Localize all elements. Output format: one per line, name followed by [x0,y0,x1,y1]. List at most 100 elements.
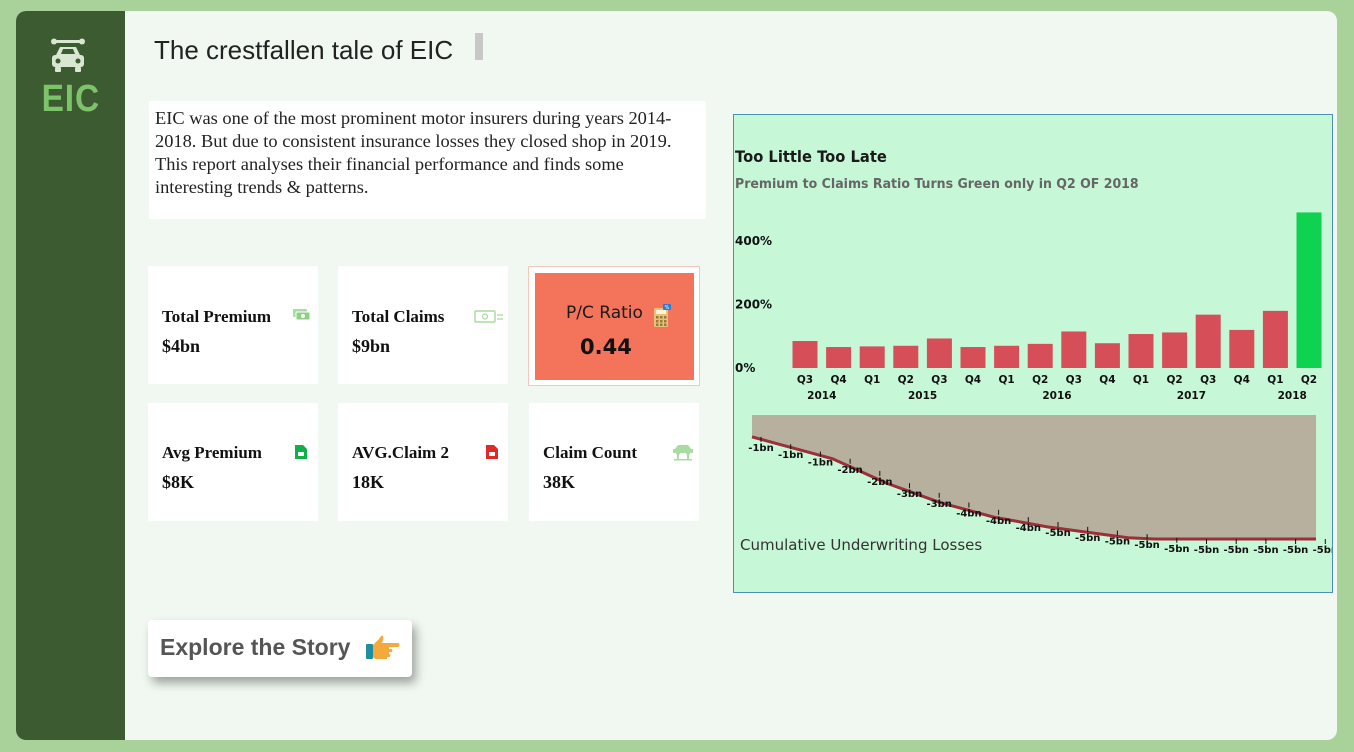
year-label: 2016 [1042,390,1071,402]
kpi-avg-claim: AVG.Claim 2 18K [338,403,508,521]
data-label: -5bn [1134,540,1159,551]
kpi-value: $4bn [162,336,201,356]
data-label: -5bn [1045,528,1070,539]
bar [960,347,986,368]
kpi-label: P/C Ratio [566,303,643,323]
data-label: -4bn [1016,523,1041,534]
money-stack-icon [293,309,311,321]
cash-outflow-icon [474,310,503,323]
kpi-value: 38K [543,472,576,492]
cumulative-losses-label: Cumulative Underwriting Losses [740,536,983,554]
eic-logo[interactable]: EIC [38,37,100,120]
data-label: -5bn [1253,545,1278,556]
bar [1296,212,1322,368]
data-label: -3bn [897,489,922,500]
data-label: -2bn [867,477,892,488]
kpi-value: $8K [162,472,195,492]
kpi-label: Avg Premium [162,443,262,462]
pc-ratio-highlight: P/C Ratio % 0.44 [535,273,694,380]
data-label: -5bn [1194,545,1219,556]
title-scrollbar[interactable] [475,33,483,60]
kpi-avg-premium: Avg Premium $8K [148,403,318,521]
x-tick-label: Q1 [864,374,880,386]
bar [1027,343,1053,368]
bar [893,345,919,368]
data-label: -4bn [956,509,981,520]
x-tick-label: Q4 [1099,374,1115,386]
kpi-label: Total Claims [352,307,445,326]
page-title: The crestfallen tale of EIC [154,35,454,65]
bar [1195,314,1221,368]
bar [1128,334,1154,368]
year-label: 2014 [807,390,836,402]
report-canvas: EIC The crestfallen tale of EIC EIC was … [16,11,1337,740]
bar [1262,310,1288,368]
data-label: -5bn [1313,545,1332,556]
kpi-value: $9bn [352,336,391,356]
bar [826,347,852,368]
sidebar: EIC [16,11,125,740]
red-document-icon [486,445,498,459]
data-label: -4bn [986,516,1011,527]
x-tick-label: Q4 [830,374,846,386]
car-lift-icon [673,445,693,461]
x-tick-label: Q1 [1133,374,1149,386]
bar [1162,332,1188,368]
kpi-label: Total Premium [162,307,272,326]
bar [1094,343,1120,368]
car-wrench-icon [51,38,85,72]
year-label: 2017 [1177,390,1206,402]
calculator-icon: % [654,304,671,327]
kpi-total-premium: Total Premium $4bn [148,266,318,384]
pointing-hand-icon [366,635,400,659]
kpi-pc-ratio: P/C Ratio % 0.44 [528,266,700,386]
data-label: -5bn [1164,544,1189,555]
x-tick-label: Q3 [1066,374,1082,386]
bar [792,341,818,368]
x-tick-label: Q4 [965,374,981,386]
intro-text: EIC was one of the most prominent motor … [149,101,706,219]
kpi-total-claims: Total Claims $9bn [338,266,508,384]
bar [1229,329,1255,368]
x-tick-label: Q2 [1301,374,1317,386]
bar [1061,331,1087,368]
data-label: -1bn [748,443,773,454]
year-label: 2018 [1278,390,1307,402]
loss-area [752,415,1316,539]
bar [859,346,885,368]
chart-svg: 0% 200% 400% Q3 Q4 Q1 Q2 Q3 Q4 Q1 Q2 Q3 Q4 Q1 Q2 Q3 Q4 Q1… [735,212,1332,556]
kpi-claim-count: Claim Count 38K [529,403,699,521]
year-label: 2015 [908,390,937,402]
x-tick-label: Q3 [797,374,813,386]
svg-text:%: % [665,305,670,311]
chart-panel: Too Little Too Late Premium to Claims Ra… [733,114,1333,593]
data-label: -5bn [1105,536,1130,547]
x-tick-label: Q2 [1032,374,1048,386]
x-tick-label: Q1 [998,374,1014,386]
bar [994,345,1020,368]
logo-text: EIC [41,78,100,120]
y-tick-label: 200% [735,298,772,312]
x-tick-label: Q2 [1166,374,1182,386]
x-tick-label: Q3 [931,374,947,386]
x-tick-label: Q1 [1267,374,1283,386]
explore-story-label: Explore the Story [160,634,351,660]
kpi-value: 18K [352,472,385,492]
y-tick-label: 400% [735,234,772,248]
page-title-box: The crestfallen tale of EIC [154,33,454,71]
data-label: -5bn [1224,545,1249,556]
kpi-label: Claim Count [543,443,637,462]
data-label: -3bn [927,499,952,510]
data-label: -1bn [808,457,833,468]
x-tick-label: Q2 [898,374,914,386]
x-tick-label: Q3 [1200,374,1216,386]
x-tick-label: Q4 [1234,374,1250,386]
y-tick-label: 0% [735,361,755,375]
kpi-value: 0.44 [580,335,632,359]
data-label: -1bn [778,450,803,461]
data-label: -5bn [1283,545,1308,556]
explore-story-button[interactable]: Explore the Story [148,620,412,677]
data-label: -2bn [837,465,862,476]
data-label: -5bn [1075,533,1100,544]
kpi-label: AVG.Claim 2 [352,443,449,462]
